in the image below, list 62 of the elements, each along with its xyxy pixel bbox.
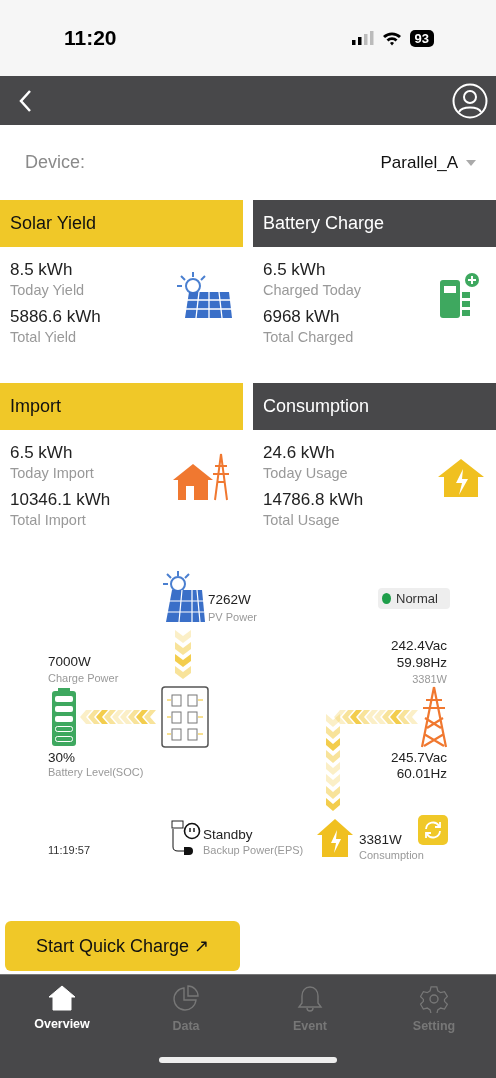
power-tower-icon: [420, 686, 448, 748]
tab[interactable]: Overview: [17, 985, 107, 1033]
grid-voltage: 245.7Vac: [390, 750, 447, 765]
grid-frequency: 60.01Hz: [396, 766, 447, 781]
charge-power-label: Charge Power: [48, 672, 119, 684]
load-power-value: 3381W: [359, 832, 402, 847]
status-time: 11:20: [64, 26, 117, 50]
pv-power-label: PV Power: [208, 611, 257, 623]
card-header: Battery Charge: [253, 200, 496, 247]
today-value: 6.5 kWh: [10, 442, 74, 463]
card-header: Import: [0, 383, 243, 430]
total-label: Total Yield: [10, 328, 78, 347]
pv-power-value: 7262W: [208, 592, 251, 607]
grid-voltage: 242.4Vac: [390, 638, 447, 653]
house-lightning-icon: [316, 818, 354, 858]
wifi-icon: [381, 30, 402, 46]
update-time: 11:19:57: [48, 844, 90, 856]
charge-power-value: 7000W: [48, 654, 91, 669]
profile-icon[interactable]: [452, 82, 488, 119]
battery-level-label: Battery Level(SOC): [48, 766, 144, 778]
settings-icon: [420, 985, 448, 1013]
status-label: Normal: [396, 591, 438, 606]
battery-icon: [52, 688, 76, 746]
total-value: 10346.1 kWh: [10, 489, 111, 510]
device-label: Device:: [25, 152, 86, 173]
today-value: 24.6 kWh: [263, 442, 336, 463]
total-value: 6968 kWh: [263, 306, 341, 327]
load-power-label: Consumption: [359, 849, 424, 861]
card-header: Solar Yield: [0, 200, 243, 247]
today-label: Today Usage: [263, 464, 349, 483]
grid-frequency: 59.98Hz: [396, 655, 447, 670]
battery-percent: 30%: [48, 750, 76, 765]
total-value: 14786.8 kWh: [263, 489, 364, 510]
today-value: 8.5 kWh: [10, 259, 74, 280]
eps-outlet-icon: [171, 820, 201, 858]
eps-status: Standby: [203, 827, 253, 842]
total-label: Total Import: [10, 511, 87, 530]
today-label: Today Yield: [10, 281, 86, 300]
device-dropdown[interactable]: Parallel_A: [380, 152, 476, 173]
grid-power: 3381W: [412, 673, 447, 685]
house-lightning-icon: [436, 457, 486, 499]
today-label: Charged Today: [263, 281, 362, 300]
back-icon[interactable]: [18, 88, 32, 113]
solar-panel-icon: [175, 270, 233, 320]
total-label: Total Charged: [263, 328, 355, 347]
inverter-icon: [161, 686, 209, 748]
solar-panel-icon: [160, 570, 206, 624]
flow-arrow: [175, 630, 191, 680]
bell-icon: [297, 985, 323, 1013]
today-label: Today Import: [10, 464, 95, 483]
refresh-icon: [423, 820, 443, 840]
today-value: 6.5 kWh: [263, 259, 327, 280]
total-value: 5886.6 kWh: [10, 306, 101, 327]
quick-charge-button[interactable]: Start Quick Charge ↗: [5, 921, 240, 971]
home-icon: [48, 985, 76, 1011]
total-label: Total Usage: [263, 511, 341, 530]
caret-icon: [466, 159, 476, 166]
battery-indicator: 93: [409, 29, 434, 47]
card-header: Consumption: [253, 383, 496, 430]
eps-label: Backup Power(EPS): [203, 844, 304, 856]
pie-chart-icon: [172, 985, 200, 1013]
signal-icon: [351, 31, 374, 45]
